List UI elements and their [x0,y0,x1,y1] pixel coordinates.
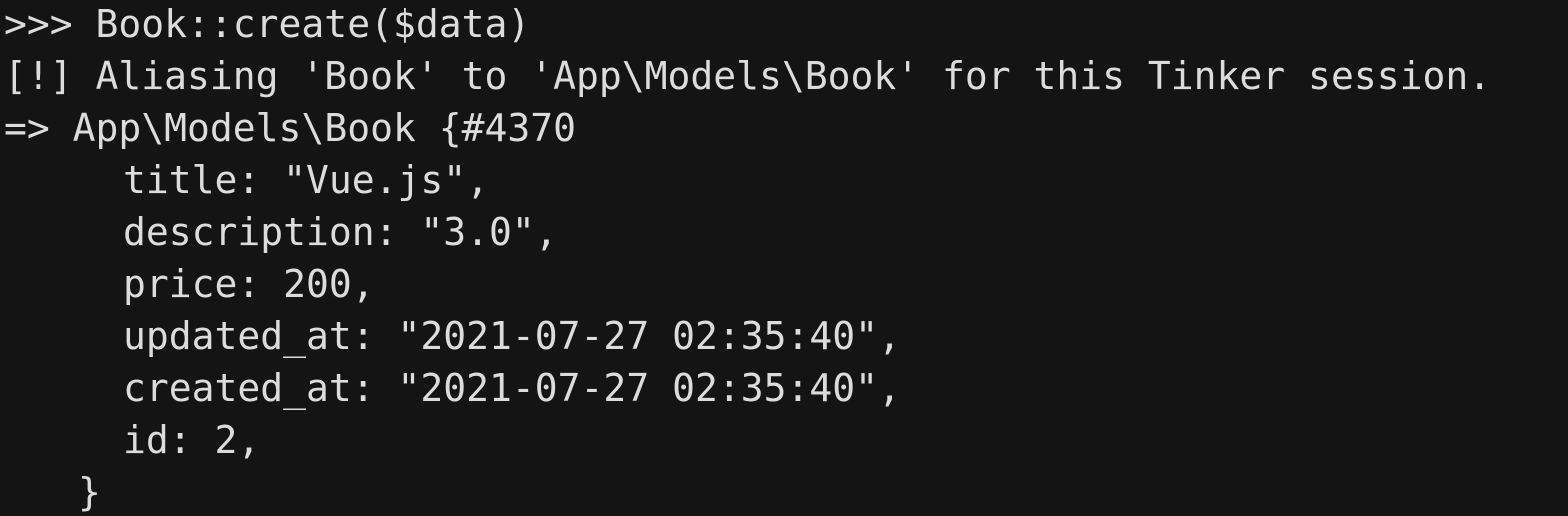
property-line: title: "Vue.js", [123,158,490,202]
property-line: updated_at: "2021-07-27 02:35:40", [123,314,901,358]
terminal-window[interactable]: >>> Book::create($data) [!] Aliasing 'Bo… [0,0,1568,516]
command-line: >>> Book::create($data) [4,0,530,50]
command-text: Book::create($data) [95,2,531,46]
result-arrow: => [4,106,50,150]
warning-text: Aliasing 'Book' to 'App\Models\Book' for… [95,54,1492,98]
warning-tag: [!] [4,54,73,98]
prompt-symbol: >>> [4,2,73,46]
property-line: description: "3.0", [123,210,558,254]
closing-brace: } [78,470,101,514]
property-line: created_at: "2021-07-27 02:35:40", [123,366,901,410]
result-header: App\Models\Book {#4370 [72,106,576,150]
result-header-line: => App\Models\Book {#4370 [4,102,576,154]
property-line: price: 200, [123,262,375,306]
property-line: id: 2, [123,418,261,462]
warning-line: [!] Aliasing 'Book' to 'App\Models\Book'… [4,50,1491,102]
